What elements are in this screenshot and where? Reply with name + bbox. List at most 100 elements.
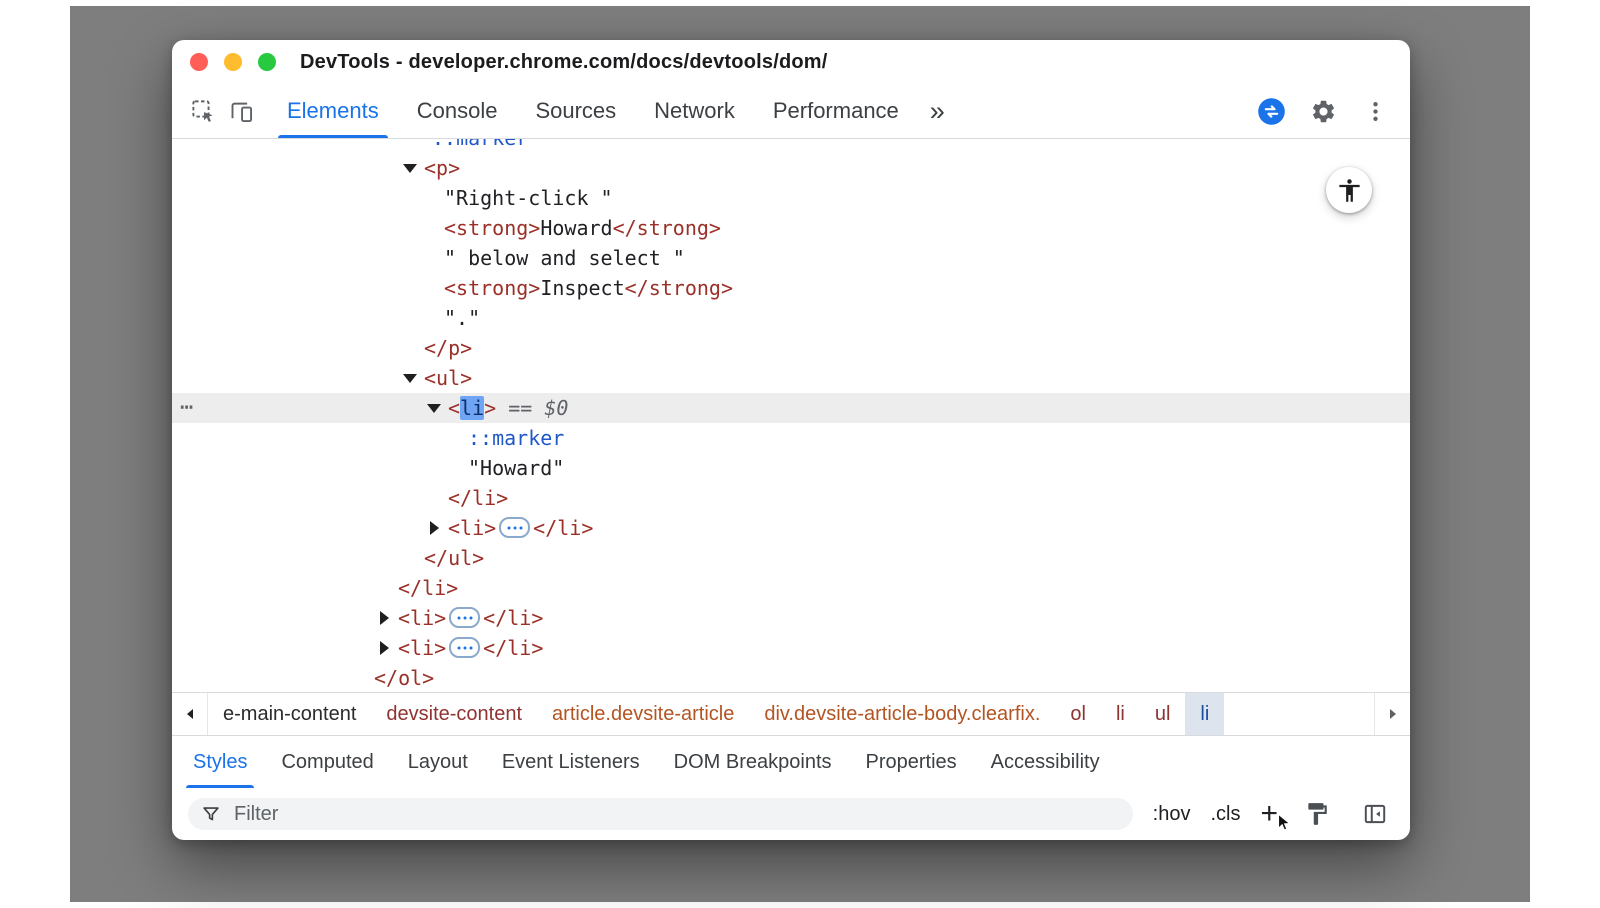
selected-node-name: li: [460, 396, 484, 420]
tab-network[interactable]: Network: [635, 84, 754, 138]
dom-tag: </li>: [448, 486, 508, 510]
dom-tag: <li>: [398, 636, 446, 660]
collapse-arrow-icon[interactable]: [426, 393, 442, 423]
dom-tree-line[interactable]: <ul>: [172, 363, 1410, 393]
dom-text: "Right-click ": [444, 186, 613, 210]
left-triangle-icon: [184, 707, 196, 721]
dock-side-button[interactable]: [1356, 795, 1394, 833]
dom-tree-line[interactable]: ::marker: [172, 139, 1410, 153]
tab-performance[interactable]: Performance: [754, 84, 918, 138]
window-title: DevTools - developer.chrome.com/docs/dev…: [300, 51, 828, 74]
dom-tree-line[interactable]: </ul>: [172, 543, 1410, 573]
filter-input[interactable]: [232, 802, 1121, 827]
breadcrumb-scroll-left-button[interactable]: [172, 693, 208, 735]
dom-tag: <li>: [398, 606, 446, 630]
dom-tag: </li>: [533, 516, 593, 540]
collapse-arrow-icon[interactable]: [402, 153, 418, 183]
breadcrumb: e-main-contentdevsite-contentarticle.dev…: [208, 693, 1374, 735]
sidebar-tab-accessibility[interactable]: Accessibility: [974, 736, 1117, 788]
dom-text: Howard: [540, 216, 612, 240]
collapsed-content-icon[interactable]: [499, 517, 530, 538]
sidebar-tab-event-listeners[interactable]: Event Listeners: [485, 736, 657, 788]
dom-tree-line[interactable]: </li>: [172, 483, 1410, 513]
expand-arrow-icon[interactable]: [376, 633, 392, 663]
dom-text: Inspect: [540, 276, 624, 300]
page: DevTools - developer.chrome.com/docs/dev…: [0, 0, 1600, 908]
dom-space: [532, 396, 544, 420]
dom-tree-line[interactable]: ".": [172, 303, 1410, 333]
breadcrumb-item[interactable]: devsite-content: [371, 693, 537, 735]
breadcrumb-scroll-right-button[interactable]: [1374, 693, 1410, 735]
sidebar-tab-computed[interactable]: Computed: [264, 736, 390, 788]
dom-tag: </li>: [398, 576, 458, 600]
accessibility-overlay-button[interactable]: [1326, 167, 1372, 213]
expand-arrow-icon[interactable]: [376, 603, 392, 633]
inspect-element-button[interactable]: [184, 92, 222, 130]
dom-tree-line[interactable]: </p>: [172, 333, 1410, 363]
dom-tag: </li>: [483, 606, 543, 630]
element-classes-button[interactable]: .cls: [1210, 803, 1240, 826]
dom-tree-line[interactable]: <p>: [172, 153, 1410, 183]
format-paint-button[interactable]: [1298, 795, 1336, 833]
sidebar-tab-properties[interactable]: Properties: [849, 736, 974, 788]
sidebar-tab-styles[interactable]: Styles: [176, 736, 264, 788]
breadcrumb-item[interactable]: ul: [1140, 693, 1186, 735]
zoom-button[interactable]: [258, 53, 276, 71]
panel-tabs: ElementsConsoleSourcesNetworkPerformance: [268, 84, 918, 138]
close-button[interactable]: [190, 53, 208, 71]
dom-tag: </ul>: [424, 546, 484, 570]
sync-badge-button[interactable]: [1252, 92, 1290, 130]
pseudo-element-label: ::marker: [468, 426, 564, 450]
sidebar-tab-dom-breakpoints[interactable]: DOM Breakpoints: [657, 736, 849, 788]
dom-tag: <li>: [448, 516, 496, 540]
breadcrumb-bar: e-main-contentdevsite-contentarticle.dev…: [172, 692, 1410, 735]
dom-tree-line[interactable]: <li> </li>: [172, 603, 1410, 633]
settings-button[interactable]: [1304, 92, 1342, 130]
expand-arrow-icon[interactable]: [426, 513, 442, 543]
dom-tree-line[interactable]: <li> </li>: [172, 513, 1410, 543]
breadcrumb-item[interactable]: article.devsite-article: [537, 693, 749, 735]
dom-tree-line[interactable]: ::marker: [172, 423, 1410, 453]
mouse-cursor-icon: [1273, 812, 1295, 834]
collapsed-content-icon[interactable]: [449, 637, 480, 658]
dom-tag: <: [448, 396, 460, 420]
collapsed-content-icon[interactable]: [449, 607, 480, 628]
breadcrumb-item-selected[interactable]: li: [1185, 693, 1224, 735]
sidebar-tab-layout[interactable]: Layout: [391, 736, 485, 788]
dom-tree-line[interactable]: <strong>Inspect</strong>: [172, 273, 1410, 303]
minimize-button[interactable]: [224, 53, 242, 71]
right-triangle-icon: [1387, 707, 1399, 721]
dom-tree-line-selected[interactable]: ⋯<li> == $0: [172, 393, 1410, 423]
dom-text: "Howard": [468, 456, 564, 480]
dom-tree-line[interactable]: </ol>: [172, 663, 1410, 692]
main-toolbar: ElementsConsoleSourcesNetworkPerformance…: [172, 84, 1410, 139]
tab-console[interactable]: Console: [398, 84, 517, 138]
tab-elements[interactable]: Elements: [268, 84, 398, 138]
devtools-window: DevTools - developer.chrome.com/docs/dev…: [172, 40, 1410, 840]
sidebar-tabs: StylesComputedLayoutEvent ListenersDOM B…: [172, 735, 1410, 788]
dom-text: ".": [444, 306, 480, 330]
collapse-arrow-icon[interactable]: [402, 363, 418, 393]
breadcrumb-item[interactable]: e-main-content: [208, 693, 371, 735]
dom-tree-line[interactable]: </li>: [172, 573, 1410, 603]
overflow-indicator-icon: ⋯: [180, 393, 194, 423]
dom-tree-line[interactable]: <li></li>: [172, 633, 1410, 663]
more-tabs-button[interactable]: »: [918, 98, 957, 125]
dom-tree-line[interactable]: <strong>Howard</strong>: [172, 213, 1410, 243]
dom-tree-line[interactable]: " below and select ": [172, 243, 1410, 273]
toggle-element-state-button[interactable]: :hov: [1153, 803, 1191, 826]
device-toolbar-icon: [228, 98, 255, 125]
menu-button[interactable]: [1356, 92, 1394, 130]
breadcrumb-item[interactable]: div.devsite-article-body.clearfix.: [749, 693, 1055, 735]
dom-tag: <strong>: [444, 276, 540, 300]
dom-space: [496, 396, 508, 420]
tab-sources[interactable]: Sources: [516, 84, 635, 138]
dom-tree-line[interactable]: "Howard": [172, 453, 1410, 483]
breadcrumb-item[interactable]: li: [1101, 693, 1140, 735]
dom-tree-line[interactable]: "Right-click ": [172, 183, 1410, 213]
filter-field: [188, 798, 1133, 830]
breadcrumb-item[interactable]: ol: [1055, 693, 1101, 735]
styles-filter-row: :hov .cls +: [172, 788, 1410, 840]
accessibility-person-icon: [1336, 177, 1363, 204]
device-toolbar-button[interactable]: [222, 92, 260, 130]
